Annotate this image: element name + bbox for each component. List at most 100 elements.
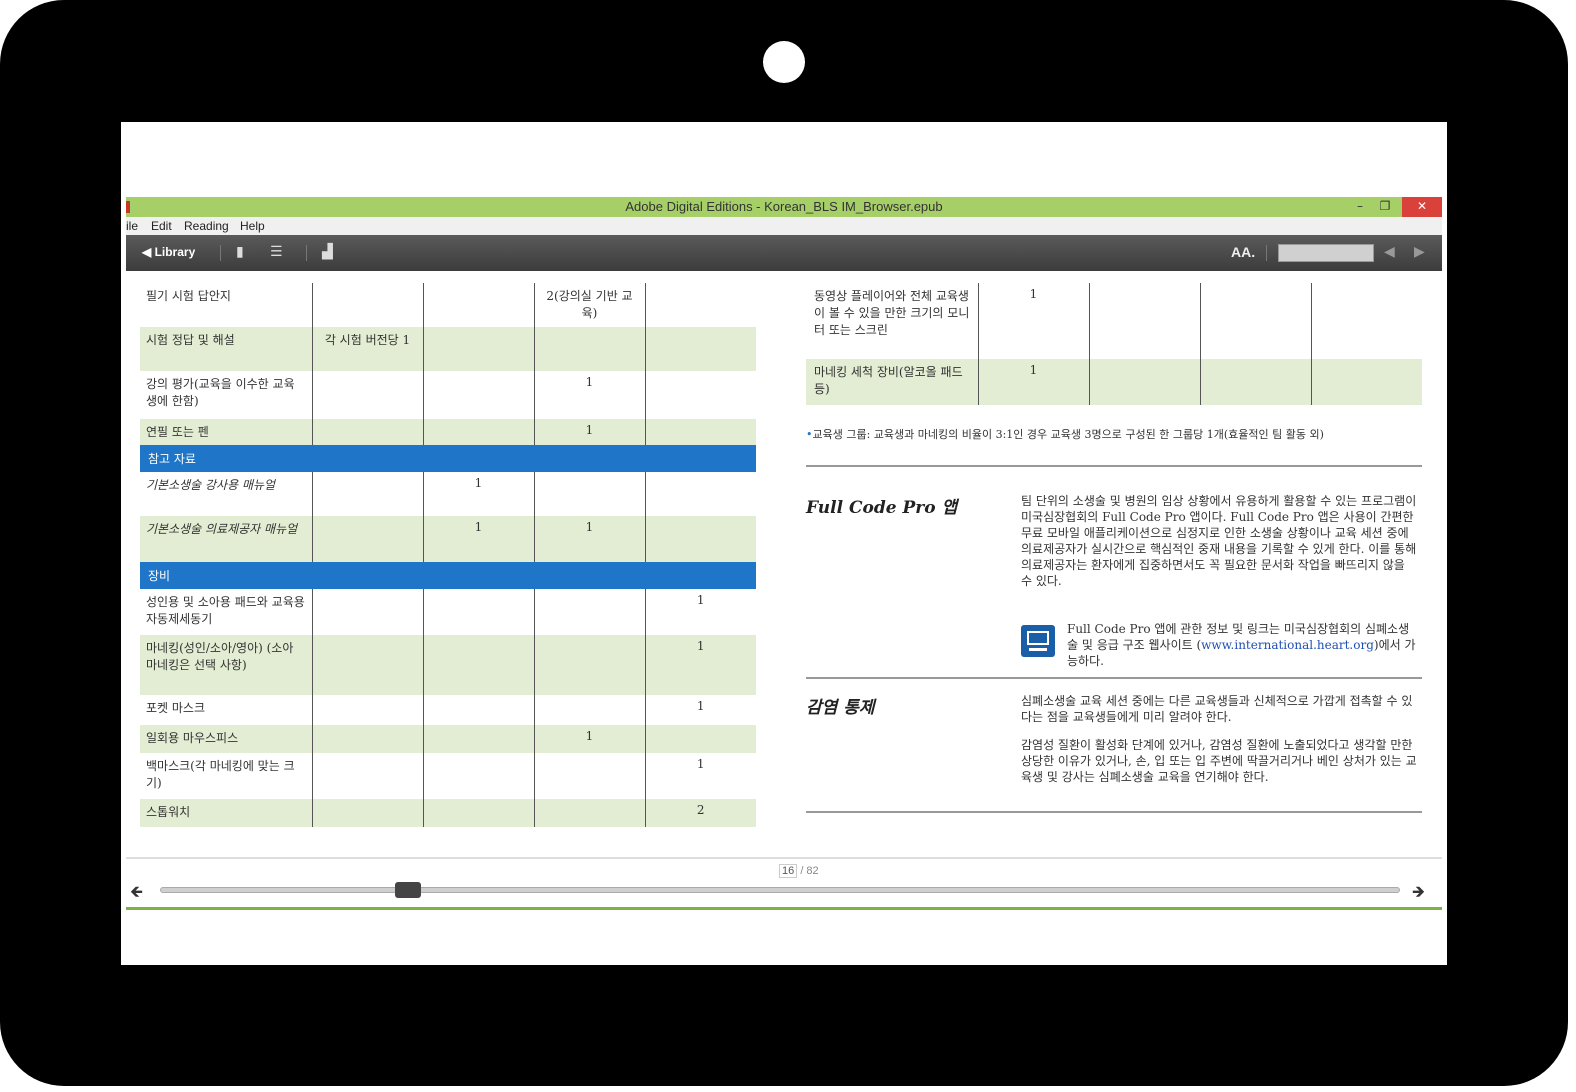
table-row: 포켓 마스크 1 bbox=[140, 695, 756, 725]
quantity-cell bbox=[312, 371, 424, 419]
quantity-cell bbox=[1200, 359, 1312, 405]
page-slider-track[interactable] bbox=[160, 887, 1400, 893]
list-view-icon[interactable]: ☰ bbox=[270, 244, 283, 260]
quantity-cell bbox=[423, 419, 535, 445]
quantity-cell bbox=[312, 589, 424, 635]
previous-result-button[interactable]: ◀ bbox=[1384, 244, 1395, 260]
toolbar-divider bbox=[1266, 245, 1267, 261]
quantity-cell: 2(강의실 기반 교육) bbox=[534, 283, 646, 327]
camera-icon bbox=[763, 41, 805, 83]
toolbar-divider bbox=[220, 245, 221, 261]
total-pages: / 82 bbox=[800, 865, 819, 877]
full-code-title: Full Code Pro 앱 bbox=[806, 498, 958, 518]
divider bbox=[806, 677, 1422, 679]
table-row: 스톱워치 2 bbox=[140, 799, 756, 827]
quantity-cell bbox=[645, 371, 756, 419]
quantity-cell bbox=[645, 283, 756, 327]
item-name-cell: 스톱워치 bbox=[140, 799, 313, 827]
infection-control-paragraph-2: 감염성 질환이 활성화 단계에 있거나, 감염성 질환에 노출되었다고 생각할 … bbox=[1021, 738, 1417, 784]
progress-line bbox=[126, 907, 1442, 910]
quantity-cell bbox=[423, 283, 535, 327]
quantity-cell: 1 bbox=[645, 635, 756, 695]
item-name-cell: 포켓 마스크 bbox=[140, 695, 313, 725]
quantity-cell bbox=[423, 635, 535, 695]
full-code-link-note: Full Code Pro 앱에 관한 정보 및 링크는 미국심장협회의 심폐소… bbox=[1067, 621, 1417, 669]
table-row: 일회용 마우스피스 1 bbox=[140, 725, 756, 753]
next-result-button[interactable]: ▶ bbox=[1414, 244, 1425, 260]
quantity-cell bbox=[534, 799, 646, 827]
materials-table-left: 필기 시험 답안지 2(강의실 기반 교육) 시험 정답 및 해설 각 시험 버전당 … bbox=[140, 283, 756, 827]
page-counter: 16 / 82 bbox=[779, 864, 819, 878]
quantity-cell bbox=[423, 327, 535, 371]
stats-icon[interactable]: ▟ bbox=[322, 244, 333, 260]
adobe-digital-editions-window: Adobe Digital Editions - Korean_BLS IM_B… bbox=[126, 197, 1442, 915]
quantity-cell: 1 bbox=[978, 283, 1090, 359]
quantity-cell bbox=[645, 419, 756, 445]
item-name-cell: 강의 평가(교육을 이수한 교육생에 한함) bbox=[140, 371, 313, 419]
divider bbox=[806, 465, 1422, 467]
table-row: 마네킹(성인/소아/영아) (소아 마네킹은 선택 사항) 1 bbox=[140, 635, 756, 695]
materials-table-right: 동영상 플레이어와 전체 교육생이 볼 수 있을 만한 크기의 모니터 또는 스… bbox=[806, 283, 1422, 405]
quantity-cell bbox=[423, 589, 535, 635]
quantity-cell bbox=[1089, 283, 1201, 359]
quantity-cell: 1 bbox=[534, 371, 646, 419]
quantity-cell bbox=[423, 371, 535, 419]
quantity-cell: 1 bbox=[423, 472, 535, 516]
footnote-text: 교육생 그룹: 교육생과 마네킹의 비율이 3:1인 경우 교육생 3명으로 구… bbox=[812, 428, 1324, 441]
section-header-row: 장비 bbox=[140, 562, 756, 589]
quantity-cell bbox=[1311, 359, 1422, 405]
section-header-cell: 장비 bbox=[140, 562, 756, 589]
page-slider-thumb[interactable] bbox=[395, 882, 421, 898]
quantity-cell bbox=[645, 516, 756, 562]
infection-control-paragraph-1: 심폐소생술 교육 세션 중에는 다른 교육생들과 신체적으로 가깝게 접촉할 수… bbox=[1021, 694, 1413, 724]
minimize-button[interactable]: – bbox=[1348, 197, 1372, 217]
maximize-button[interactable]: ❐ bbox=[1373, 197, 1397, 217]
quantity-cell bbox=[312, 695, 424, 725]
quantity-cell: 1 bbox=[696, 593, 705, 607]
font-size-button[interactable]: AA. bbox=[1231, 244, 1255, 260]
quantity-cell bbox=[534, 589, 646, 635]
quantity-cell: 2 bbox=[645, 799, 756, 827]
bookmark-icon[interactable]: ▮ bbox=[236, 244, 244, 260]
item-name-cell: 기본소생술 강사용 매뉴얼 bbox=[140, 472, 313, 516]
book-content: 필기 시험 답안지 2(강의실 기반 교육) 시험 정답 및 해설 각 시험 버전당 … bbox=[126, 271, 1442, 857]
table-row: 연필 또는 펜 1 bbox=[140, 419, 756, 445]
quantity-cell bbox=[1311, 283, 1422, 359]
quantity-cell bbox=[534, 635, 646, 695]
next-page-arrow-icon[interactable]: 🡺 bbox=[1412, 881, 1425, 908]
screen: Adobe Digital Editions - Korean_BLS IM_B… bbox=[121, 122, 1447, 965]
quantity-cell bbox=[423, 695, 535, 725]
footnote: •교육생 그룹: 교육생과 마네킹의 비율이 3:1인 경우 교육생 3명으로 … bbox=[806, 427, 1422, 443]
item-name-cell: 연필 또는 펜 bbox=[140, 419, 313, 445]
quantity-cell: 1 bbox=[534, 725, 646, 753]
quantity-cell bbox=[534, 695, 646, 725]
menu-file[interactable]: ile bbox=[126, 219, 138, 233]
quantity-cell bbox=[423, 753, 535, 799]
section-header-cell: 참고 자료 bbox=[140, 445, 756, 472]
quantity-cell bbox=[423, 799, 535, 827]
toolbar-divider bbox=[306, 245, 307, 261]
item-name-cell: 기본소생술 의료제공자 매뉴얼 bbox=[140, 516, 313, 562]
menu-edit[interactable]: Edit bbox=[151, 219, 172, 233]
previous-page-arrow-icon[interactable]: 🡸 bbox=[130, 881, 143, 908]
item-name-cell: 마네킹(성인/소아/영아) (소아 마네킹은 선택 사항) bbox=[140, 635, 313, 695]
quantity-cell: 1 bbox=[423, 516, 535, 562]
close-button[interactable]: ✕ bbox=[1402, 197, 1442, 217]
quantity-cell bbox=[1200, 283, 1312, 359]
divider bbox=[806, 811, 1422, 813]
search-input[interactable] bbox=[1278, 244, 1374, 262]
current-page[interactable]: 16 bbox=[779, 864, 798, 878]
aha-website-link[interactable]: www.international.heart.org bbox=[1201, 638, 1374, 652]
table-row: 강의 평가(교육을 이수한 교육생에 한함) 1 bbox=[140, 371, 756, 419]
item-name-cell: 일회용 마우스피스 bbox=[140, 725, 313, 753]
tablet-frame: Adobe Digital Editions - Korean_BLS IM_B… bbox=[0, 0, 1568, 1086]
quantity-cell: 1 bbox=[696, 757, 705, 771]
computer-monitor-icon bbox=[1021, 625, 1055, 657]
quantity-cell bbox=[423, 725, 535, 753]
menu-reading[interactable]: Reading bbox=[184, 219, 229, 233]
quantity-cell: 1 bbox=[696, 699, 705, 713]
menu-help[interactable]: Help bbox=[240, 219, 265, 233]
library-button[interactable]: ◀ Library bbox=[142, 245, 195, 259]
item-name-cell: 성인용 및 소아용 패드와 교육용 자동제세동기 bbox=[140, 589, 313, 635]
quantity-cell bbox=[1089, 359, 1201, 405]
